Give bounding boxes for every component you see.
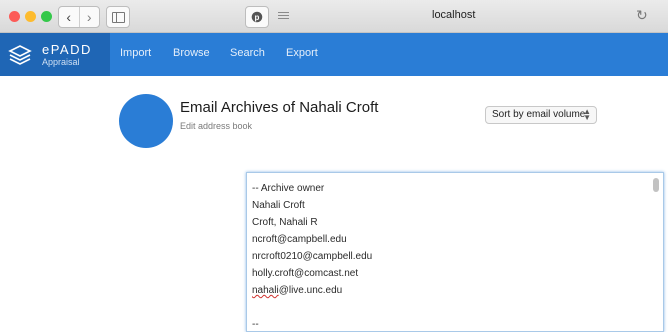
history-nav: ‹ › [58,6,100,28]
url-field[interactable]: localhost [432,9,475,21]
address-line: nahali@live.unc.edu [252,285,342,296]
browser-toolbar: ‹ › p localhost ↻ [0,0,668,33]
address-line: nrcroft0210@campbell.edu [252,251,373,262]
select-arrows-icon: ▲ ▼ [583,107,591,122]
scrollbar[interactable] [653,178,659,192]
sort-select[interactable]: Sort by email volume ▲ ▼ [485,106,597,124]
logo-subtitle: Appraisal [42,57,80,67]
minimize-window-button[interactable] [25,11,36,22]
logo-icon [8,45,32,65]
zoom-window-button[interactable] [41,11,52,22]
page-title: Email Archives of Nahali Croft [180,99,379,116]
forward-arrow-icon[interactable]: › [80,7,100,27]
address-line: ncroft@campbell.edu [252,234,347,245]
edit-address-book-link[interactable]: Edit address book [180,121,252,131]
address-line: Nahali Croft [252,200,305,211]
reload-icon[interactable]: ↻ [636,7,648,24]
address-line: holly.croft@comcast.net [252,268,359,279]
sidebar-icon[interactable] [106,6,130,28]
avatar [119,94,173,148]
svg-text:p: p [255,13,260,22]
pinterest-icon[interactable]: p [245,6,269,28]
close-window-button[interactable] [9,11,20,22]
address-line: -- [252,319,259,330]
reader-icon[interactable] [278,12,289,21]
address-line: -- Archive owner [252,183,325,194]
misspelled-word: nahali [252,285,279,296]
menu-export[interactable]: Export [286,47,318,59]
address-domain: @live.unc.edu [278,285,343,296]
address-line: Croft, Nahali R [252,217,318,228]
menu-import[interactable]: Import [120,47,151,59]
back-arrow-icon[interactable]: ‹ [59,7,80,27]
logo-name: ePADD [42,42,92,57]
menu-browse[interactable]: Browse [173,47,210,59]
app-header: ePADD Appraisal Import Browse Search Exp… [0,33,668,76]
sort-select-value: Sort by email volume [492,109,586,120]
menu-search[interactable]: Search [230,47,265,59]
app-logo[interactable]: ePADD Appraisal [0,33,110,76]
address-book-textarea[interactable]: -- Archive owner Nahali Croft Croft, Nah… [246,172,664,332]
